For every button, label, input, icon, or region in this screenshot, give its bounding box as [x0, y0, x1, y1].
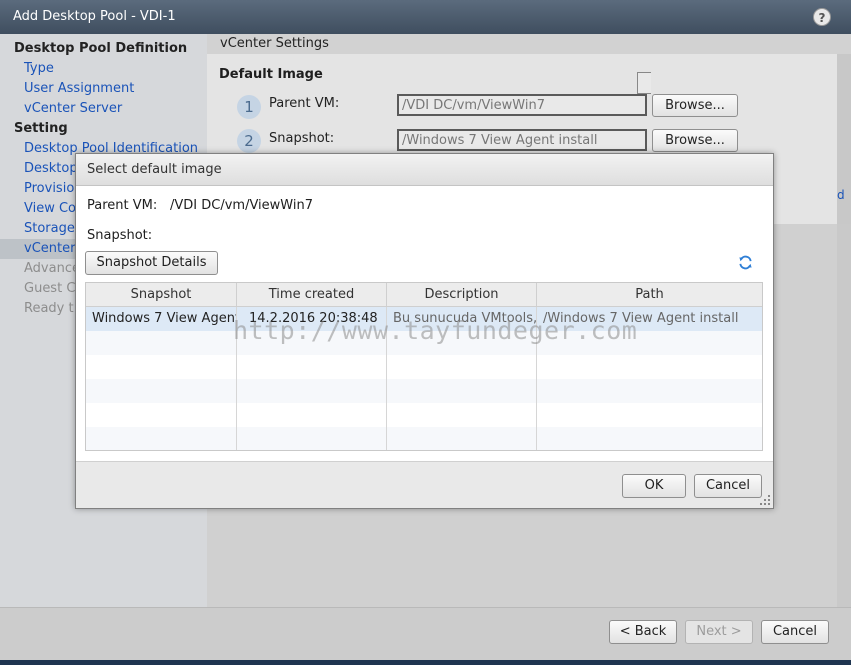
snapshot-browse-button[interactable]: Browse... [652, 129, 738, 152]
help-icon[interactable]: ? [813, 8, 831, 26]
nav-heading-definition: Desktop Pool Definition [14, 41, 188, 56]
grid-header: Snapshot Time created Description Path [86, 283, 762, 307]
nav-item-ready-to-complete: Ready t [24, 301, 74, 316]
window-title: Add Desktop Pool - VDI-1 [0, 0, 851, 34]
dialog-footer: OK Cancel [76, 461, 773, 508]
next-button: Next > [685, 620, 753, 644]
empty-row [86, 355, 762, 379]
dialog-parent-vm-label: Parent VM: [87, 198, 158, 213]
column-header-snapshot[interactable]: Snapshot [86, 283, 237, 307]
parent-vm-field[interactable] [397, 94, 647, 116]
step-number: 1 [237, 95, 261, 119]
nav-item-provisioning[interactable]: Provisio [24, 181, 74, 196]
nav-heading-setting: Setting [14, 121, 68, 136]
nav-item-storage[interactable]: Storage [24, 221, 75, 236]
nav-item-guest-customization: Guest C [24, 281, 76, 296]
dialog-cancel-button[interactable]: Cancel [694, 474, 762, 498]
snapshot-details-button[interactable]: Snapshot Details [85, 251, 218, 275]
offscreen-text-fragment: d [837, 188, 845, 202]
section-title: Default Image [219, 67, 323, 82]
step-number: 2 [237, 129, 261, 153]
dialog-snapshot-label: Snapshot: [87, 228, 153, 243]
dialog-parent-vm-value: /VDI DC/vm/ViewWin7 [170, 198, 313, 213]
nav-item-vcenter-server[interactable]: vCenter Server [24, 101, 122, 116]
nav-item-advanced: Advance [24, 261, 80, 276]
resize-grip-icon[interactable] [760, 495, 770, 505]
cell-snapshot: Windows 7 View Agent [92, 311, 237, 326]
parent-vm-browse-button[interactable]: Browse... [652, 94, 738, 117]
column-header-path[interactable]: Path [537, 283, 762, 307]
nav-item-type[interactable]: Type [24, 61, 54, 76]
dialog-title: Select default image [76, 154, 773, 186]
wizard-footer: < Back Next > Cancel [0, 607, 851, 660]
column-header-time-created[interactable]: Time created [237, 283, 387, 307]
column-header-description[interactable]: Description [387, 283, 537, 307]
empty-row [86, 403, 762, 427]
watermark-text: http://www.tayfundeger.com [233, 316, 638, 345]
desktop-background [0, 660, 851, 665]
refresh-icon[interactable] [738, 255, 753, 270]
nav-item-desktop[interactable]: Desktop [24, 161, 78, 176]
offscreen-button-edge[interactable] [637, 72, 651, 94]
back-button[interactable]: < Back [609, 620, 677, 644]
snapshot-label: Snapshot: [269, 131, 335, 146]
content-header: vCenter Settings [207, 34, 851, 54]
snapshot-grid: Snapshot Time created Description Path W… [85, 282, 763, 451]
empty-row [86, 379, 762, 403]
snapshot-field[interactable] [397, 129, 647, 151]
nav-item-view-composer[interactable]: View Co [24, 201, 76, 216]
empty-row [86, 427, 762, 450]
ok-button[interactable]: OK [622, 474, 686, 498]
nav-item-user-assignment[interactable]: User Assignment [24, 81, 134, 96]
cancel-button[interactable]: Cancel [761, 620, 829, 644]
parent-vm-label: Parent VM: [269, 96, 340, 111]
